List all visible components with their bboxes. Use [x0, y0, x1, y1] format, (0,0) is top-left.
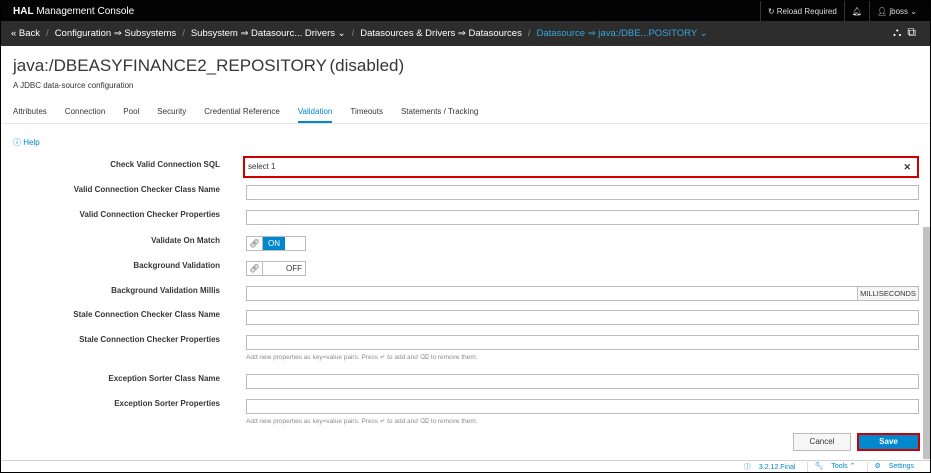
tab-connection[interactable]: Connection — [65, 107, 105, 123]
page-subtitle: A JDBC data-source configuration — [13, 81, 134, 90]
help-icon: ⓘ — [13, 138, 21, 147]
checker-props-label: Valid Connection Checker Properties — [79, 210, 220, 219]
notifications-bell-icon[interactable]: 🔔︎ — [843, 1, 869, 21]
stale-props-input[interactable] — [246, 335, 919, 350]
check-sql-label: Check Valid Connection SQL — [110, 160, 220, 169]
checker-class-input[interactable] — [246, 185, 919, 200]
tab-security[interactable]: Security — [157, 107, 186, 123]
breadcrumb: « Back / Configuration ⇒ Subsystems / Su… — [1, 21, 930, 46]
tab-divider — [1, 123, 930, 124]
help-link[interactable]: ⓘ Help — [13, 137, 40, 148]
tab-attributes[interactable]: Attributes — [13, 107, 47, 123]
save-button[interactable]: Save — [857, 433, 920, 451]
link-icon[interactable]: 🔗︎ — [247, 237, 263, 250]
stale-class-label: Stale Connection Checker Class Name — [73, 310, 220, 319]
tools-menu[interactable]: 🔧︎ Tools ⌃ — [807, 462, 867, 472]
breadcrumb-subsystem[interactable]: Subsystem ⇒ Datasourc... Drivers ⌄ — [191, 28, 346, 39]
breadcrumb-datasources[interactable]: Datasources & Drivers ⇒ Datasources — [360, 28, 522, 39]
tab-timeouts[interactable]: Timeouts — [350, 107, 383, 123]
breadcrumb-datasource[interactable]: Datasource ⇒ java:/DBE...POSITORY ⌄ — [536, 28, 707, 39]
sorter-class-input[interactable] — [246, 374, 919, 389]
top-bar: HAL Management Console ↻ Reload Required… — [1, 1, 930, 21]
validate-on-match-toggle[interactable]: 🔗︎ ON — [246, 236, 306, 251]
stale-props-hint: Add new properties as key=value pairs. P… — [246, 354, 478, 361]
cancel-button[interactable]: Cancel — [793, 433, 851, 451]
scrollbar[interactable] — [923, 227, 930, 459]
background-validation-toggle[interactable]: 🔗︎ OFF — [246, 261, 306, 276]
settings-menu[interactable]: ⚙ Settings — [867, 462, 926, 472]
stale-props-label: Stale Connection Checker Properties — [79, 335, 220, 344]
background-validation-label: Background Validation — [133, 261, 220, 270]
sorter-props-hint: Add new properties as key=value pairs. P… — [246, 418, 478, 425]
tab-pool[interactable]: Pool — [123, 107, 139, 123]
tab-bar: Attributes Connection Pool Security Cred… — [13, 107, 496, 123]
page-title: java:/DBEASYFINANCE2_REPOSITORY — [13, 56, 327, 75]
back-link[interactable]: « Back — [11, 28, 40, 39]
validate-on-match-label: Validate On Match — [151, 236, 220, 245]
tab-credential-reference[interactable]: Credential Reference — [204, 107, 280, 123]
check-sql-input[interactable]: select 1 ✕ — [243, 156, 919, 178]
link-icon[interactable]: 🔗︎ — [247, 262, 263, 275]
status-badge: (disabled) — [329, 56, 405, 75]
version-link[interactable]: ⓘ 3.2.12.Final — [738, 462, 808, 472]
user-menu[interactable]: 👤︎ jboss ⌄ — [868, 1, 924, 21]
tab-validation[interactable]: Validation — [297, 107, 333, 123]
footer: ⓘ 3.2.12.Final 🔧︎ Tools ⌃ ⚙ Settings — [1, 460, 930, 472]
clear-icon[interactable]: ✕ — [903, 158, 911, 176]
checker-class-label: Valid Connection Checker Class Name — [73, 185, 220, 194]
sitemap-icon[interactable]: ⛬ — [893, 25, 901, 40]
tab-statements-tracking[interactable]: Statements / Tracking — [401, 107, 478, 123]
sorter-class-label: Exception Sorter Class Name — [108, 374, 220, 383]
background-millis-label: Background Validation Millis — [111, 286, 220, 295]
checker-props-input[interactable] — [246, 210, 919, 225]
stale-class-input[interactable] — [246, 310, 919, 325]
brand: HAL Management Console — [13, 5, 135, 17]
sorter-props-label: Exception Sorter Properties — [114, 399, 220, 408]
reload-required-button[interactable]: ↻ Reload Required — [759, 1, 844, 21]
sorter-props-input[interactable] — [246, 399, 919, 414]
milliseconds-addon: MILLISECONDS — [857, 286, 919, 301]
breadcrumb-configuration[interactable]: Configuration ⇒ Subsystems — [55, 28, 177, 39]
external-link-icon[interactable]: ⧉ — [907, 25, 916, 40]
background-millis-input[interactable] — [246, 286, 858, 301]
